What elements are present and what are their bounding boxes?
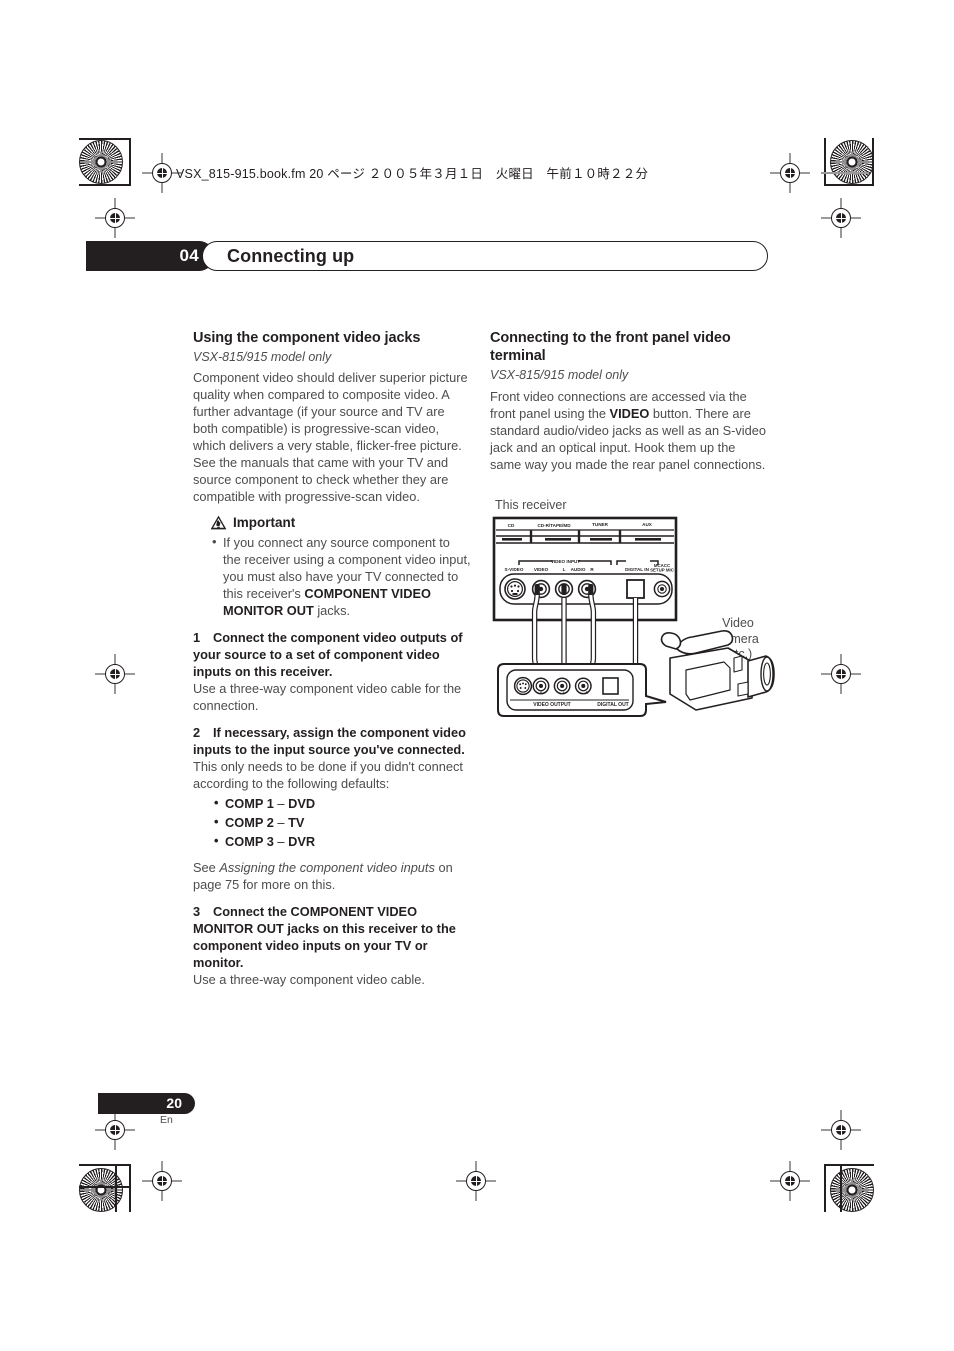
registration-mark-bottom-right — [770, 1161, 810, 1201]
trim-line-top — [821, 172, 869, 174]
chapter-number-badge: 04 — [86, 241, 214, 271]
svg-text:AUX: AUX — [642, 522, 653, 527]
registration-mark-right-middle — [821, 654, 861, 694]
crop-mark-br-h — [824, 1164, 874, 1166]
comp-1-dash: – — [277, 795, 285, 811]
page-number-badge: 20 — [98, 1093, 195, 1114]
starburst-mark-top-right — [830, 140, 874, 184]
important-bullet-post: jacks. — [313, 602, 351, 618]
chapter-number: 04 — [179, 246, 199, 265]
page-language-code: En — [160, 1114, 173, 1126]
step-3-title: 3 Connect the COMPONENT VIDEO MONITOR OUT… — [193, 903, 471, 971]
comp-2-input: COMP 2 — [225, 814, 274, 830]
svg-text:VIDEO OUTPUT: VIDEO OUTPUT — [533, 702, 571, 708]
comp-1-input: COMP 1 — [225, 795, 274, 811]
svg-text:VIDEO: VIDEO — [534, 567, 549, 572]
comp-3-input: COMP 3 — [225, 834, 274, 850]
crop-mark-tr-v2 — [872, 138, 874, 186]
crop-mark-br-v2 — [840, 1164, 842, 1212]
step-3-text: Connect the COMPONENT VIDEO MONITOR OUT … — [193, 904, 456, 971]
connection-diagram: This receiver Video camera (etc.) — [490, 498, 780, 733]
step-3-number: 3 — [193, 904, 201, 920]
svg-text:TUNER: TUNER — [592, 522, 609, 527]
important-heading: Important — [210, 515, 471, 530]
crop-mark-br-v — [824, 1164, 826, 1212]
crop-mark-tr-v — [824, 138, 826, 186]
step-1-title: 1 Connect the component video outputs of … — [193, 629, 471, 680]
crop-mark-tr-h — [824, 184, 874, 186]
component-defaults-list: COMP 1 – DVD COMP 2 – TV COMP 3 – DVR — [193, 793, 471, 852]
intro-paragraph-component-video: Component video should deliver superior … — [193, 370, 468, 505]
svg-text:SETUP MIC: SETUP MIC — [650, 568, 675, 573]
model-note-right: VSX-815/915 model only — [490, 368, 629, 383]
step-1-text: Connect the component video outputs of y… — [193, 629, 463, 679]
component-default-item: COMP 2 – TV — [214, 812, 471, 832]
comp-2-dash: – — [277, 814, 285, 830]
crop-mark-tl-v — [129, 138, 131, 186]
page-title: Connecting up — [227, 246, 355, 266]
registration-mark-left-lower — [95, 1110, 135, 1150]
warning-triangle-icon — [210, 515, 227, 530]
section-heading-front-panel: Connecting to the front panel video term… — [490, 330, 731, 365]
svg-text:AUDIO: AUDIO — [571, 567, 586, 572]
registration-mark-bottom-left — [142, 1161, 182, 1201]
left-column: Using the component video jacks VSX-815/… — [193, 329, 471, 998]
crop-mark-tl-h2 — [79, 184, 131, 186]
page-number: 20 — [166, 1095, 182, 1111]
step-1-number: 1 — [193, 629, 201, 645]
step-2-title: 2 If necessary, assign the component vide… — [193, 724, 471, 758]
svg-text:S-VIDEO: S-VIDEO — [505, 567, 524, 572]
component-default-item: COMP 3 – DVR — [214, 831, 471, 851]
svg-text:DIGITAL OUT: DIGITAL OUT — [597, 702, 628, 708]
crop-mark-bl-v — [129, 1164, 131, 1212]
step-2-text: If necessary, assign the component video… — [193, 724, 466, 757]
important-bullet-list: If you connect any source component to t… — [193, 532, 471, 619]
step-2-body: This only needs to be done if you didn't… — [193, 758, 463, 791]
crop-mark-tl-h — [79, 138, 131, 140]
component-default-item: COMP 1 – DVD — [214, 793, 471, 813]
crop-mark-bl-v2 — [115, 1164, 117, 1212]
starburst-mark-bottom-right — [830, 1168, 874, 1212]
important-bullet-item: If you connect any source component to t… — [212, 532, 471, 619]
registration-mark-top-left — [142, 153, 182, 193]
starburst-mark-top-left — [79, 140, 123, 184]
crop-mark-bl-h — [79, 1164, 131, 1166]
svg-text:CD-R/TAPE/MD: CD-R/TAPE/MD — [537, 523, 571, 528]
svg-text:L: L — [563, 567, 566, 572]
step-3-body: Use a three-way component video cable. — [193, 972, 425, 988]
svg-text:CD: CD — [508, 523, 515, 528]
registration-mark-bottom-center — [456, 1161, 496, 1201]
comp-3-dash: – — [277, 834, 285, 850]
model-note-left: VSX-815/915 model only — [193, 350, 332, 365]
cross-reference-assigning: See Assigning the component video inputs… — [193, 859, 471, 893]
important-label: Important — [233, 514, 296, 530]
registration-mark-right-lower — [821, 1110, 861, 1150]
registration-mark-right-upper — [821, 198, 861, 238]
comp-1-source: DVD — [288, 795, 316, 811]
registration-mark-left-middle — [95, 654, 135, 694]
section-heading-component-video: Using the component video jacks — [193, 330, 421, 346]
registration-mark-top-right — [770, 153, 810, 193]
step-1-body: Use a three-way component video cable fo… — [193, 680, 462, 713]
see-ref-italic: Assigning the component video inputs — [219, 860, 435, 876]
front-intro-bold: VIDEO — [609, 405, 650, 421]
right-column: Connecting to the front panel video term… — [490, 329, 768, 482]
intro-paragraph-front-panel: Front video connections are accessed via… — [490, 388, 768, 473]
svg-text:VIDEO INPUT: VIDEO INPUT — [551, 559, 581, 564]
svg-text:R: R — [586, 691, 589, 695]
source-file-header: VSX_815-915.book.fm 20 ページ ２００５年３月１日 火曜日… — [176, 167, 649, 181]
comp-3-source: DVR — [288, 834, 316, 850]
comp-2-source: TV — [288, 814, 305, 830]
svg-text:DIGITAL IN: DIGITAL IN — [625, 567, 650, 572]
chapter-title-pill: Connecting up — [202, 241, 768, 271]
crop-mark-bl-h2 — [79, 1186, 131, 1188]
see-ref-pre: See — [193, 860, 220, 876]
registration-mark-left-upper — [95, 198, 135, 238]
step-2-number: 2 — [193, 724, 201, 740]
